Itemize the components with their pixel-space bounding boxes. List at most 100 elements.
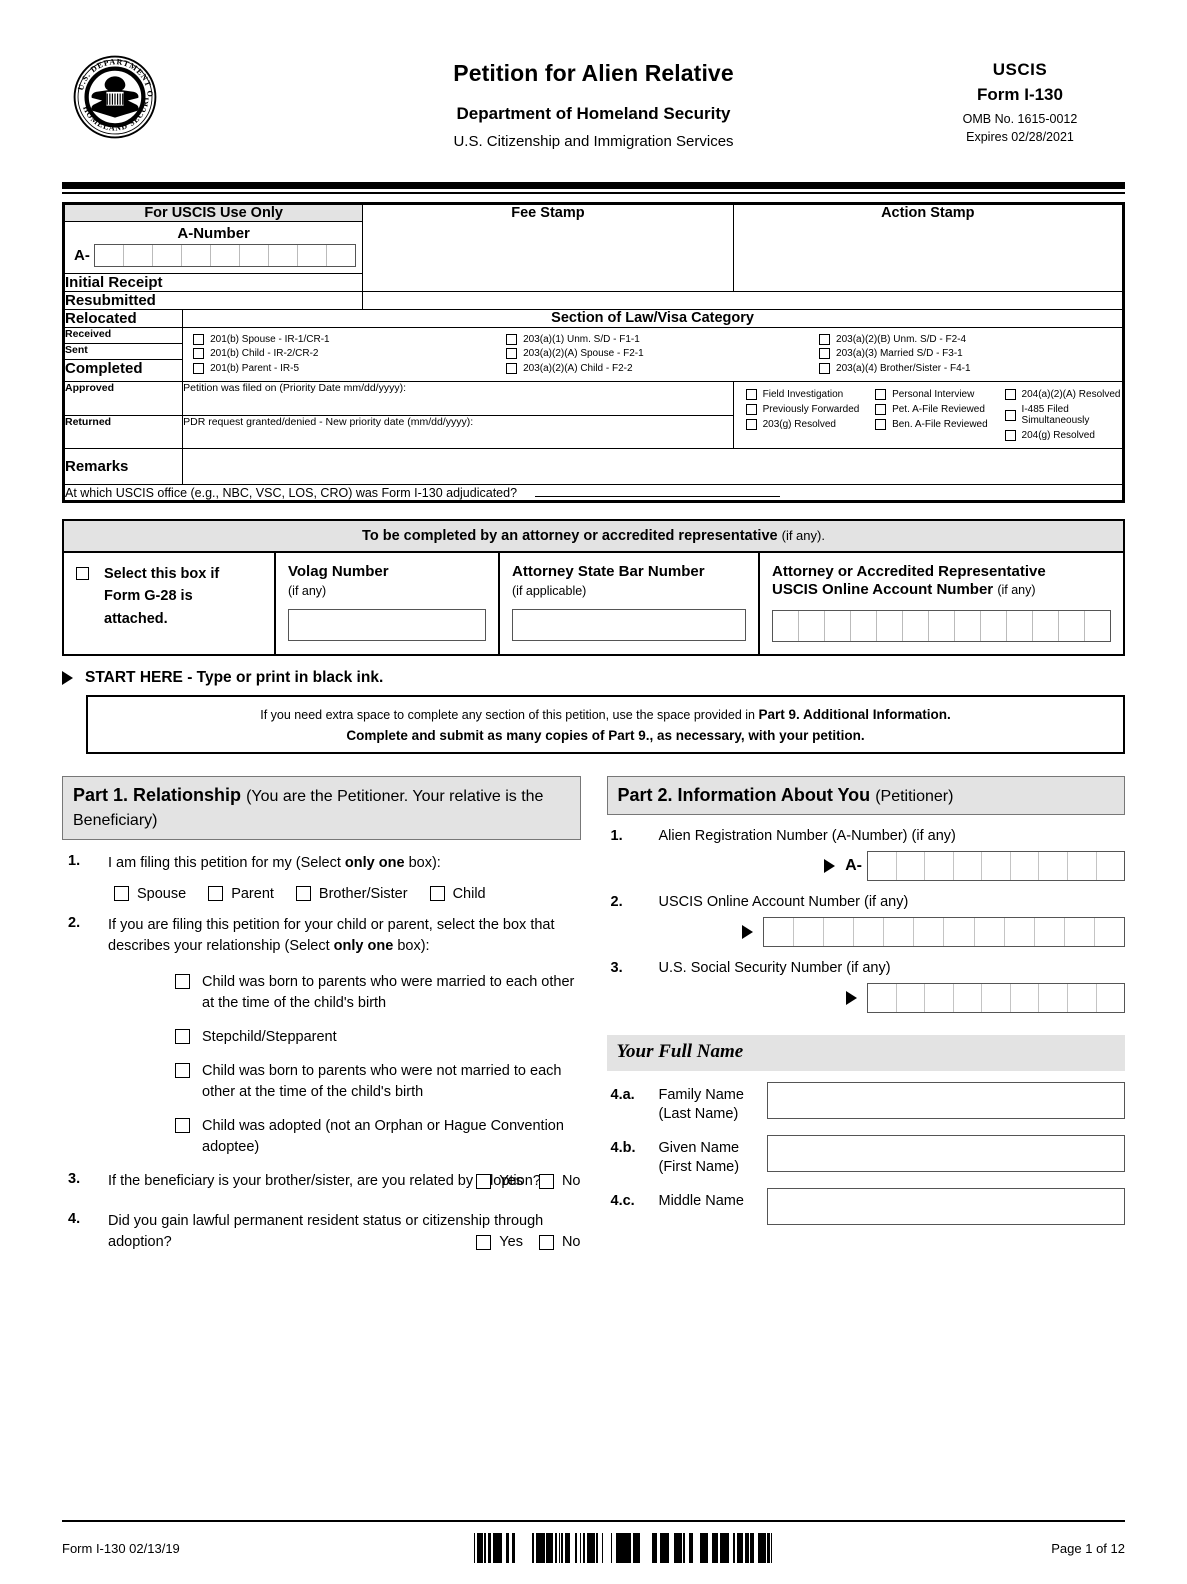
part1-q2-text-c: box): [393, 938, 430, 955]
remarks-field[interactable] [182, 448, 1123, 485]
part2-ssn-input[interactable] [867, 983, 1125, 1014]
action-check-item[interactable]: Ben. A-File Reviewed [875, 419, 992, 430]
middle-name-input[interactable] [766, 1187, 1125, 1225]
checkbox-icon[interactable] [506, 333, 518, 345]
checkbox-icon[interactable] [745, 419, 757, 430]
action-check-item[interactable]: 204(a)(2)(A) Resolved [1004, 389, 1122, 400]
part2-online-account-input[interactable] [763, 917, 1125, 948]
action-check-item[interactable]: Pet. A-File Reviewed [875, 404, 992, 415]
part1-q2-option-born-married[interactable]: Child was born to parents who were marri… [175, 972, 581, 1014]
part1-heading-bold: Part 1. Relationship [73, 784, 242, 805]
attorney-online-account-cells[interactable] [772, 610, 1111, 642]
checkbox-icon[interactable] [175, 1063, 190, 1079]
visa-category-item[interactable]: 203(a)(1) Unm. S/D - F1-1 [506, 333, 809, 345]
checkbox-icon[interactable] [193, 333, 205, 345]
priority-date-line[interactable]: Petition was filed on (Priority Date mm/… [182, 381, 734, 416]
part1-q3-no[interactable]: No [538, 1171, 581, 1193]
checkbox-icon[interactable] [175, 1118, 190, 1134]
resubmitted-label[interactable]: Resubmitted [63, 291, 364, 310]
action-check-item[interactable]: 203(g) Resolved [745, 419, 863, 430]
checkbox-icon[interactable] [476, 1235, 492, 1251]
action-check-item[interactable]: 204(g) Resolved [1004, 430, 1122, 441]
checkbox-icon[interactable] [819, 362, 831, 374]
part1-q1-option-parent[interactable]: Parent [208, 886, 274, 902]
action-check-item[interactable]: Field Investigation [745, 389, 863, 400]
checkbox-icon[interactable] [819, 348, 831, 359]
checkbox-icon[interactable] [875, 419, 887, 430]
checkbox-icon[interactable] [875, 404, 887, 415]
part1-q1-option-spouse[interactable]: Spouse [114, 886, 186, 902]
approved-label[interactable]: Approved [63, 381, 184, 416]
checkbox-icon[interactable] [429, 886, 445, 901]
fee-stamp-cell[interactable]: Fee Stamp [362, 204, 734, 292]
checkbox-icon[interactable] [538, 1174, 554, 1190]
checkbox-icon[interactable] [745, 404, 757, 415]
attorney-bar-input[interactable] [512, 609, 746, 641]
visa-category-item[interactable]: 203(a)(4) Brother/Sister - F4-1 [819, 362, 1122, 374]
part1-q2-option-adopted[interactable]: Child was adopted (not an Orphan or Hagu… [175, 1116, 581, 1158]
checkbox-icon[interactable] [476, 1174, 492, 1190]
checkbox-icon[interactable] [745, 389, 757, 400]
checkbox-icon[interactable] [819, 333, 831, 345]
extra-space-note-line-1: If you need extra space to complete any … [104, 705, 1107, 725]
visa-category-item[interactable]: 203(a)(2)(B) Unm. S/D - F2-4 [819, 333, 1122, 345]
part1-q2-option-stepchild[interactable]: Stepchild/Stepparent [175, 1027, 581, 1048]
visa-category-item[interactable]: 203(a)(2)(A) Spouse - F2-1 [506, 348, 809, 359]
action-check-item[interactable]: Personal Interview [875, 389, 992, 400]
footer-rule [62, 1520, 1125, 1522]
part1-q1-option-brother-sister[interactable]: Brother/Sister [295, 886, 408, 902]
g28-checkbox-cell[interactable]: Select this box if Form G-28 is attached… [64, 553, 276, 654]
form-page: U.S. DEPARTMENT OF HOMELAND SECURITY Pet… [0, 48, 1187, 1584]
part1-q4-no[interactable]: No [538, 1232, 581, 1254]
visa-category-item[interactable]: 201(b) Parent - IR-5 [193, 362, 496, 374]
checkbox-icon[interactable] [208, 886, 224, 901]
adjudication-office-input[interactable] [534, 485, 780, 497]
a-number-label: A-Number [177, 225, 250, 242]
checkbox-icon[interactable] [506, 362, 518, 374]
action-check-item[interactable]: Previously Forwarded [745, 404, 863, 415]
checkbox-icon[interactable] [193, 362, 205, 374]
checkbox-icon[interactable] [538, 1235, 554, 1251]
family-name-input[interactable] [766, 1082, 1125, 1120]
returned-label[interactable]: Returned [63, 414, 184, 449]
checkbox-icon[interactable] [193, 348, 205, 359]
part1-q3-yes[interactable]: Yes [476, 1171, 523, 1193]
checkbox-icon[interactable] [76, 567, 89, 580]
received-label[interactable]: Received [63, 327, 184, 344]
visa-category-item[interactable]: 203(a)(3) Married S/D - F3-1 [819, 348, 1122, 359]
action-check-item[interactable]: I-485 Filed Simultaneously [1004, 404, 1122, 426]
checkbox-icon[interactable] [175, 1029, 190, 1045]
checkbox-icon[interactable] [1004, 430, 1016, 441]
checkbox-icon[interactable] [875, 389, 887, 400]
part1-q2-text: If you are filing this petition for your… [108, 915, 581, 959]
a-number-cell[interactable]: A-Number A- [63, 221, 364, 274]
triangle-right-icon [846, 991, 857, 1006]
given-name-label-1: Given Name [658, 1139, 740, 1156]
family-name-row: 4.a. Family Name (Last Name) [607, 1082, 1125, 1124]
action-stamp-cell[interactable]: Action Stamp [732, 204, 1124, 292]
checkbox-icon[interactable] [114, 886, 129, 901]
checkbox-icon[interactable] [506, 348, 518, 359]
part1-q1-options: Spouse Parent Brother/Sister Child [62, 886, 581, 902]
completed-label[interactable]: Completed [63, 358, 184, 383]
part1-q1-option-child[interactable]: Child [429, 886, 486, 902]
visa-category-item[interactable]: 203(a)(2)(A) Child - F2-2 [506, 362, 809, 374]
given-name-input[interactable] [766, 1134, 1125, 1172]
pdr-line[interactable]: PDR request granted/denied - New priorit… [182, 414, 734, 449]
initial-receipt-label[interactable]: Initial Receipt [63, 273, 364, 292]
part2-a-number-input[interactable] [867, 851, 1125, 882]
part1-q4-yes[interactable]: Yes [476, 1232, 523, 1254]
middle-name-row: 4.c. Middle Name [607, 1187, 1125, 1225]
sent-label[interactable]: Sent [63, 342, 184, 360]
dhs-seal-icon: U.S. DEPARTMENT OF HOMELAND SECURITY [72, 54, 158, 140]
checkbox-icon[interactable] [175, 974, 190, 989]
checkbox-icon[interactable] [1004, 409, 1016, 421]
a-number-cells[interactable] [93, 244, 357, 267]
part1-q2-option-born-not-married[interactable]: Child was born to parents who were not m… [175, 1061, 581, 1103]
checkbox-icon[interactable] [1004, 389, 1016, 400]
visa-category-item[interactable]: 201(b) Child - IR-2/CR-2 [193, 348, 496, 359]
volag-input[interactable] [288, 609, 486, 641]
relocated-label[interactable]: Relocated [63, 309, 184, 328]
visa-category-item[interactable]: 201(b) Spouse - IR-1/CR-1 [193, 333, 496, 345]
checkbox-icon[interactable] [295, 886, 311, 901]
